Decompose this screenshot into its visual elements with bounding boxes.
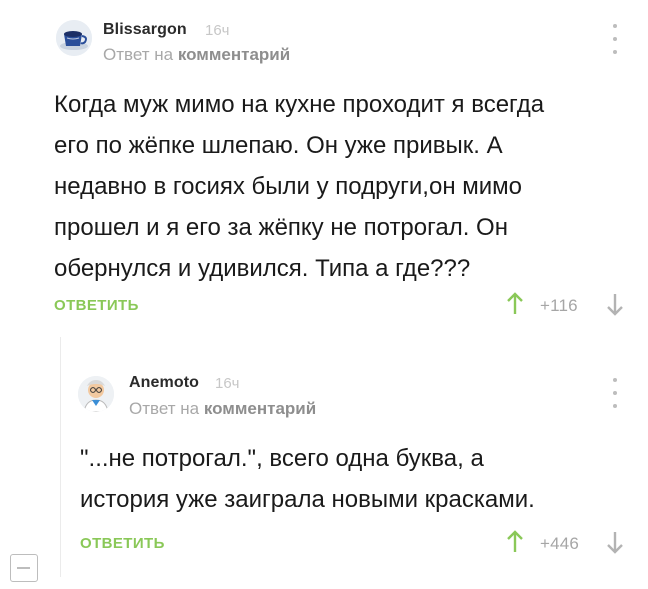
- text-line: недавно в госиях были у подруги,он мимо: [54, 173, 522, 200]
- text-line: его по жёпке шлепаю. Он уже привык. А: [54, 132, 503, 159]
- reply-info: Ответ на комментарий: [103, 45, 290, 65]
- author-name[interactable]: Anemoto: [129, 374, 199, 392]
- text-line: Когда муж мимо на кухне проходит я всегд…: [54, 91, 545, 118]
- collapse-thread-icon[interactable]: [10, 554, 38, 582]
- reply-button[interactable]: ОТВЕТИТЬ: [54, 297, 139, 314]
- downvote-arrow-icon[interactable]: [605, 292, 625, 316]
- text-line: "...не потрогал.", всего одна буква, а: [80, 445, 484, 472]
- comment-time: 16ч: [215, 375, 240, 392]
- text-line: прошел и я его за жёпку не потрогал. Он: [54, 214, 508, 241]
- comment-time: 16ч: [205, 22, 230, 39]
- reply-target-link[interactable]: комментарий: [178, 45, 290, 64]
- comment-text: Когда муж мимо на кухне проходит я всегд…: [54, 84, 544, 289]
- more-options-icon[interactable]: [605, 24, 625, 54]
- reply-target-link[interactable]: комментарий: [204, 399, 316, 418]
- downvote-arrow-icon[interactable]: [605, 530, 625, 554]
- upvote-arrow-icon[interactable]: [505, 292, 525, 316]
- rating-value: +446: [540, 534, 580, 553]
- cartoon-professor-avatar[interactable]: [78, 376, 114, 412]
- text-line: обернулся и удивился. Типа а где???: [54, 255, 471, 282]
- author-name[interactable]: Blissargon: [103, 21, 187, 39]
- coffee-cup-avatar[interactable]: [56, 20, 92, 56]
- text-line: история уже заиграла новыми красками.: [80, 486, 535, 513]
- reply-info: Ответ на комментарий: [129, 399, 316, 419]
- reply-prefix: Ответ на: [129, 399, 200, 418]
- comment-text: "...не потрогал.", всего одна буква, а и…: [80, 438, 535, 520]
- more-options-icon[interactable]: [605, 378, 625, 408]
- rating-value: +116: [540, 296, 578, 315]
- reply-button[interactable]: ОТВЕТИТЬ: [80, 535, 165, 552]
- reply-prefix: Ответ на: [103, 45, 174, 64]
- upvote-arrow-icon[interactable]: [505, 530, 525, 554]
- comment-reply: Anemoto 16ч Ответ на комментарий "...не …: [0, 330, 648, 589]
- comment: Blissargon 16ч Ответ на комментарий Когд…: [0, 0, 648, 330]
